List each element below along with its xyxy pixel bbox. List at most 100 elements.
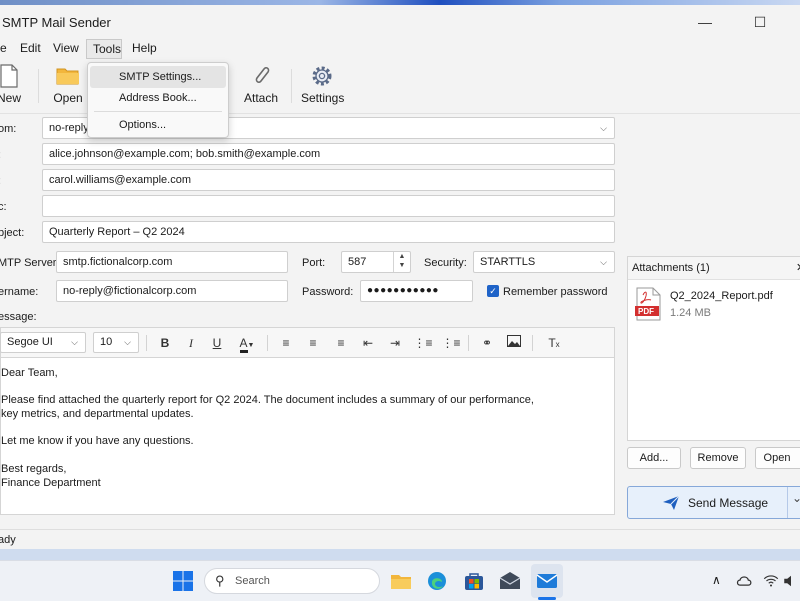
edge-browser-icon[interactable]: [425, 569, 449, 593]
cloud-sync-icon[interactable]: [735, 569, 755, 593]
status-text: ady: [0, 534, 16, 546]
menu-item-smtp-settings[interactable]: SMTP Settings...: [90, 66, 226, 88]
wifi-icon[interactable]: [762, 569, 780, 593]
security-value: STARTTLS: [480, 256, 536, 268]
paperclip-icon: [255, 66, 270, 84]
menu-edit[interactable]: Edit: [14, 39, 47, 59]
minimize-button[interactable]: —: [682, 10, 728, 34]
align-left-icon[interactable]: ≡: [276, 333, 296, 353]
attachment-item[interactable]: PDF Q2_2024_Report.pdf 1.24 MB: [634, 287, 800, 323]
subject-field[interactable]: Quarterly Report – Q2 2024: [42, 221, 615, 243]
taskbar-search-box[interactable]: ⚲ Search: [204, 568, 380, 594]
image-icon[interactable]: [504, 333, 524, 353]
remove-attachment-button[interactable]: Remove: [690, 447, 746, 469]
menu-item-options[interactable]: Options...: [90, 114, 226, 136]
username-field[interactable]: no-reply@fictionalcorp.com: [56, 280, 288, 302]
from-label: om:: [0, 123, 17, 135]
underline-icon[interactable]: U: [207, 333, 227, 353]
app-title: SMTP Mail Sender: [2, 15, 111, 30]
menu-file[interactable]: e: [0, 39, 13, 59]
username-label: ername:: [0, 286, 39, 298]
attachments-title: Attachments (1): [632, 262, 710, 274]
message-line: Please find attached the quarterly repor…: [1, 394, 534, 406]
mail-app-icon[interactable]: [498, 569, 522, 593]
font-size-select[interactable]: 10 ⌵: [93, 332, 139, 353]
status-bar: ady: [0, 529, 800, 549]
numbered-list-icon[interactable]: ⋮≡: [441, 333, 461, 353]
new-button[interactable]: New: [0, 63, 24, 109]
chevron-down-icon: ⌵: [71, 337, 78, 347]
open-label: Open: [53, 91, 83, 105]
image-glyph: [507, 335, 521, 347]
indent-increase-icon[interactable]: ⇥: [385, 333, 405, 353]
open-button[interactable]: Open: [51, 63, 85, 109]
align-center-icon[interactable]: ≡: [303, 333, 323, 353]
indent-decrease-icon[interactable]: ⇤: [358, 333, 378, 353]
message-editor[interactable]: Dear Team, Please find attached the quar…: [0, 357, 615, 515]
font-family-select[interactable]: Segoe UI ⌵: [0, 332, 86, 353]
volume-icon[interactable]: [782, 569, 800, 593]
cc-value: carol.williams@example.com: [49, 174, 191, 186]
menu-item-address-book[interactable]: Address Book...: [90, 87, 226, 109]
editor-toolbar: Segoe UI ⌵ 10 ⌵ B I U A▼ ≡ ≡ ≡ ⇤ ⇥ ⋮≡ ⋮≡…: [0, 327, 615, 357]
toolbar-separator: [267, 335, 268, 351]
maximize-button[interactable]: ☐: [737, 10, 783, 34]
send-message-button[interactable]: Send Message ⌄: [627, 486, 800, 519]
gear-icon: [312, 66, 332, 86]
open-attachment-button[interactable]: Open: [755, 447, 800, 469]
menu-tools[interactable]: Tools: [86, 39, 122, 59]
message-line: Best regards,: [1, 463, 67, 475]
smtp-server-value: smtp.fictionalcorp.com: [63, 256, 173, 268]
to-label: :: [0, 149, 1, 161]
username-value: no-reply@fictionalcorp.com: [63, 285, 197, 297]
align-right-icon[interactable]: ≡: [331, 333, 351, 353]
settings-label: Settings: [301, 91, 345, 105]
subject-value: Quarterly Report – Q2 2024: [49, 226, 185, 238]
port-label: Port:: [302, 257, 326, 269]
to-field[interactable]: alice.johnson@example.com; bob.smith@exa…: [42, 143, 615, 165]
new-label: New: [0, 91, 21, 105]
menu-separator: [94, 111, 222, 112]
font-family-value: Segoe UI: [7, 336, 53, 348]
clear-formatting-icon[interactable]: Tx: [544, 333, 564, 353]
remember-password-label: Remember password: [503, 286, 608, 298]
close-icon[interactable]: ✕: [796, 261, 800, 274]
cc-field[interactable]: carol.williams@example.com: [42, 169, 615, 191]
windows-start-icon[interactable]: [171, 569, 195, 593]
font-size-value: 10: [100, 336, 113, 348]
bcc-label: c:: [0, 201, 7, 213]
tray-chevron-icon[interactable]: ∧: [712, 573, 721, 587]
chevron-down-icon[interactable]: ⌄: [792, 491, 800, 505]
message-line: Let me know if you have any questions.: [1, 435, 194, 447]
settings-button[interactable]: Settings: [301, 63, 345, 109]
menu-view[interactable]: View: [47, 39, 85, 59]
add-attachment-button[interactable]: Add...: [627, 447, 681, 469]
app-window: SMTP Mail Sender — ☐ e Edit View Tools H…: [0, 5, 800, 549]
smtp-mail-sender-taskbar-icon[interactable]: [535, 569, 559, 593]
chevron-down-icon: ⌵: [600, 123, 607, 133]
store-icon[interactable]: [462, 569, 486, 593]
message-line: Dear Team,: [1, 367, 58, 379]
password-field[interactable]: ●●●●●●●●●●●: [360, 280, 473, 302]
attach-button[interactable]: Attach: [242, 63, 280, 109]
link-icon[interactable]: ⚭: [477, 333, 497, 353]
port-spin-buttons[interactable]: ▲ ▼: [393, 252, 410, 272]
remember-password-checkbox[interactable]: ✓: [487, 285, 499, 297]
bold-icon[interactable]: B: [155, 333, 175, 353]
bulleted-list-icon[interactable]: ⋮≡: [413, 333, 433, 353]
italic-icon[interactable]: I: [181, 333, 201, 353]
smtp-server-label: MTP Server:: [0, 257, 60, 269]
password-value: ●●●●●●●●●●●: [367, 285, 439, 296]
file-explorer-icon[interactable]: [389, 569, 413, 593]
from-value: no-reply: [49, 122, 89, 134]
subject-label: bject:: [0, 227, 25, 239]
text-color-icon[interactable]: A▼: [234, 333, 260, 353]
port-stepper[interactable]: 587 ▲ ▼: [341, 251, 411, 273]
toolbar-separator: [291, 69, 292, 103]
to-value: alice.johnson@example.com; bob.smith@exa…: [49, 148, 321, 160]
smtp-server-field[interactable]: smtp.fictionalcorp.com: [56, 251, 288, 273]
security-select[interactable]: STARTTLS ⌵: [473, 251, 615, 273]
menu-help[interactable]: Help: [126, 39, 163, 59]
bcc-field[interactable]: [42, 195, 615, 217]
cc-label: :: [0, 175, 1, 187]
